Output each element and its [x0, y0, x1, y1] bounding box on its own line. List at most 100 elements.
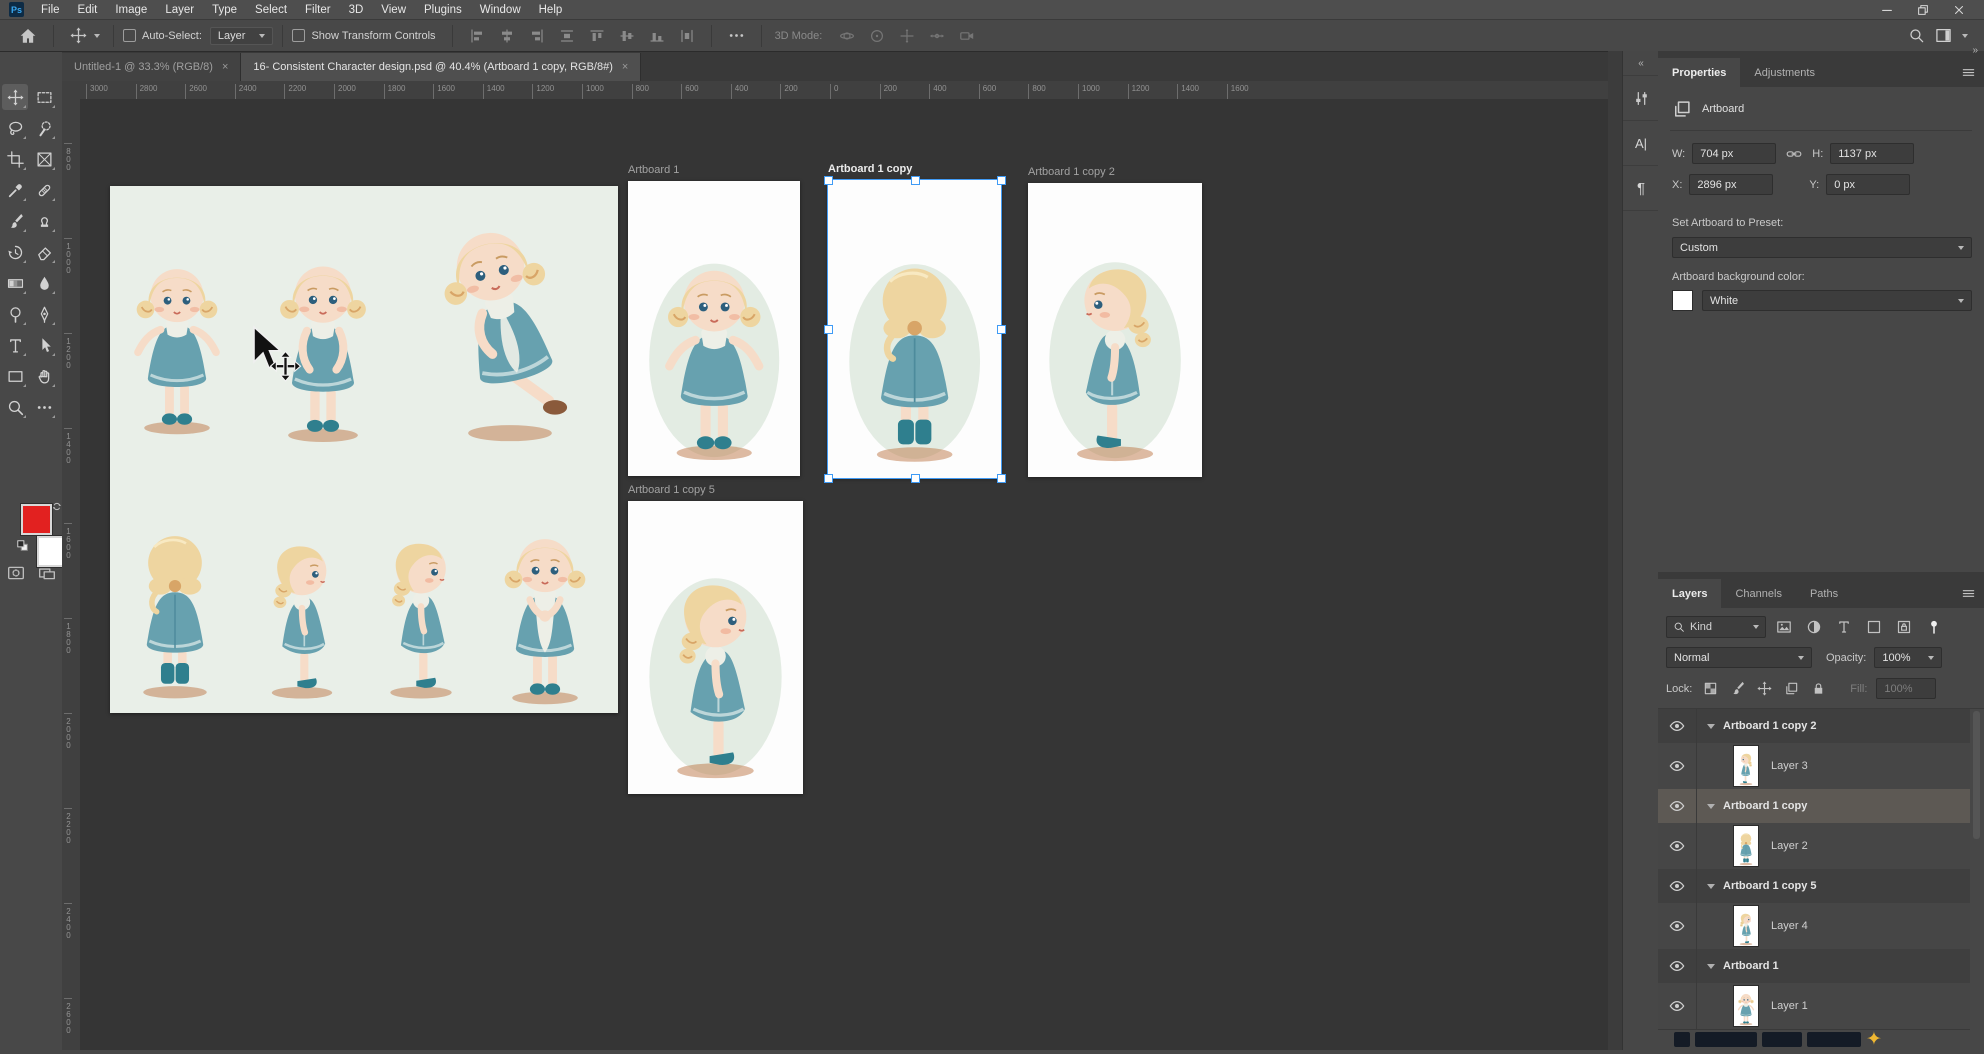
- menu-plugins[interactable]: Plugins: [415, 4, 471, 16]
- align-bottom-edges-icon[interactable]: [642, 28, 672, 44]
- visibility-eye-icon[interactable]: [1658, 949, 1697, 983]
- dock-divider[interactable]: [1608, 51, 1622, 1050]
- lock-pixels-icon[interactable]: [1728, 681, 1746, 696]
- eyedropper-tool[interactable]: [2, 177, 28, 203]
- expand-chevron-icon[interactable]: [1707, 964, 1715, 969]
- chevron-down-icon[interactable]: [1962, 34, 1968, 38]
- menu-image[interactable]: Image: [106, 4, 156, 16]
- 3d-camera-tool-icon[interactable]: [952, 28, 982, 44]
- opacity-dropdown[interactable]: 100%: [1874, 647, 1942, 668]
- spot-healing-brush-tool[interactable]: [31, 177, 57, 203]
- history-brush-tool[interactable]: [2, 239, 28, 265]
- transform-handle[interactable]: [997, 474, 1006, 483]
- artboard-label[interactable]: Artboard 1: [628, 164, 679, 176]
- document-tab-2[interactable]: 16- Consistent Character design.psd @ 40…: [241, 53, 641, 81]
- artboard-artboard-1-copy[interactable]: [828, 180, 1001, 478]
- panel-menu-icon[interactable]: [1961, 65, 1976, 80]
- close-window-icon[interactable]: [1948, 2, 1970, 18]
- transform-handle[interactable]: [997, 325, 1006, 334]
- brush-tool[interactable]: [2, 208, 28, 234]
- transform-handle[interactable]: [911, 474, 920, 483]
- layer-thumbnail[interactable]: [1733, 745, 1759, 787]
- preset-dropdown[interactable]: Custom: [1672, 237, 1972, 258]
- close-tab-icon[interactable]: ×: [622, 61, 628, 73]
- artboard-artboard-1[interactable]: [628, 181, 800, 476]
- restore-window-icon[interactable]: [1912, 2, 1934, 18]
- search-icon[interactable]: [1908, 27, 1925, 44]
- filter-toggle-icon[interactable]: [1922, 619, 1946, 635]
- reference-sheet-image[interactable]: [110, 186, 618, 713]
- filter-smart-objects-icon[interactable]: [1892, 619, 1916, 635]
- rectangular-marquee-tool[interactable]: [31, 84, 57, 110]
- layers-scrollbar[interactable]: [1973, 711, 1980, 839]
- 3d-roll-tool-icon[interactable]: [862, 28, 892, 44]
- show-transform-checkbox[interactable]: [292, 29, 305, 42]
- artboard-label[interactable]: Artboard 1 copy 2: [1028, 166, 1115, 178]
- align-top-edges-icon[interactable]: [582, 28, 612, 44]
- lock-artboard-icon[interactable]: [1782, 681, 1800, 696]
- blend-mode-dropdown[interactable]: Normal: [1666, 647, 1812, 668]
- canvas-pasteboard[interactable]: Artboard 1Artboard 1 copyArtboard 1 copy…: [80, 99, 1608, 1050]
- ruler-origin-corner[interactable]: [62, 81, 81, 100]
- filter-type-layers-icon[interactable]: [1832, 619, 1856, 635]
- document-tab-1[interactable]: Untitled-1 @ 33.3% (RGB/8)×: [62, 53, 241, 81]
- artboard-artboard-1-copy-5[interactable]: [628, 501, 803, 794]
- panel-menu-icon[interactable]: [1961, 586, 1976, 601]
- visibility-eye-icon[interactable]: [1658, 709, 1697, 743]
- artboard-row-artboard-1-copy[interactable]: Artboard 1 copy: [1658, 789, 1970, 824]
- properties-panel-icon[interactable]: [1623, 76, 1659, 121]
- tab-adjustments[interactable]: Adjustments: [1740, 58, 1829, 87]
- menu-help[interactable]: Help: [530, 4, 572, 16]
- distribute-horizontals-icon[interactable]: [552, 28, 582, 44]
- layer-thumbnail[interactable]: [1733, 905, 1759, 947]
- menu-file[interactable]: File: [32, 4, 69, 16]
- layer-row-layer-3[interactable]: Layer 3: [1658, 743, 1970, 790]
- lock-position-icon[interactable]: [1755, 681, 1773, 696]
- path-selection-tool[interactable]: [31, 332, 57, 358]
- character-panel-icon[interactable]: A|: [1623, 121, 1659, 166]
- menu-select[interactable]: Select: [246, 4, 296, 16]
- menu-filter[interactable]: Filter: [296, 4, 340, 16]
- filter-shape-layers-icon[interactable]: [1862, 619, 1886, 635]
- transform-handle[interactable]: [824, 176, 833, 185]
- frame-tool[interactable]: [31, 146, 57, 172]
- 3d-orbit-tool-icon[interactable]: [832, 28, 862, 44]
- horizontal-ruler[interactable]: 3000280026002400220020001800160014001200…: [80, 81, 1608, 100]
- width-field[interactable]: 704 px: [1692, 143, 1776, 164]
- screen-mode-icon[interactable]: [38, 564, 56, 582]
- edit-toolbar[interactable]: [31, 394, 57, 420]
- layer-row-layer-4[interactable]: Layer 4: [1658, 903, 1970, 950]
- lasso-tool[interactable]: [2, 115, 28, 141]
- layer-thumbnail[interactable]: [1733, 985, 1759, 1027]
- home-icon[interactable]: [12, 27, 44, 45]
- tab-properties[interactable]: Properties: [1658, 58, 1740, 87]
- crop-tool[interactable]: [2, 146, 28, 172]
- y-field[interactable]: 0 px: [1826, 174, 1910, 195]
- transform-handle[interactable]: [997, 176, 1006, 185]
- expand-chevron-icon[interactable]: [1707, 804, 1715, 809]
- move-tool-option-icon[interactable]: [63, 27, 94, 44]
- auto-select-target-dropdown[interactable]: Layer: [210, 27, 274, 45]
- artboard-row-artboard-1-copy-2[interactable]: Artboard 1 copy 2: [1658, 709, 1970, 744]
- visibility-eye-icon[interactable]: [1658, 983, 1697, 1029]
- dodge-tool[interactable]: [2, 301, 28, 327]
- menu-type[interactable]: Type: [203, 4, 246, 16]
- menu-window[interactable]: Window: [471, 4, 530, 16]
- paragraph-panel-icon[interactable]: ¶: [1623, 166, 1659, 211]
- close-tab-icon[interactable]: ×: [222, 61, 228, 73]
- expand-panels-icon[interactable]: »: [1972, 45, 1978, 56]
- more-options-icon[interactable]: [721, 27, 752, 44]
- pen-tool[interactable]: [31, 301, 57, 327]
- quick-selection-tool[interactable]: [31, 115, 57, 141]
- type-tool[interactable]: [2, 332, 28, 358]
- height-field[interactable]: 1137 px: [1830, 143, 1914, 164]
- gradient-tool[interactable]: [2, 270, 28, 296]
- visibility-eye-icon[interactable]: [1658, 903, 1697, 949]
- menu-3d[interactable]: 3D: [340, 4, 373, 16]
- layer-row-layer-1[interactable]: Layer 1: [1658, 983, 1970, 1030]
- x-field[interactable]: 2896 px: [1689, 174, 1773, 195]
- lock-all-icon[interactable]: [1809, 681, 1827, 696]
- filter-pixel-layers-icon[interactable]: [1772, 619, 1796, 635]
- zoom-tool[interactable]: [2, 394, 28, 420]
- align-vertical-centers-icon[interactable]: [612, 28, 642, 44]
